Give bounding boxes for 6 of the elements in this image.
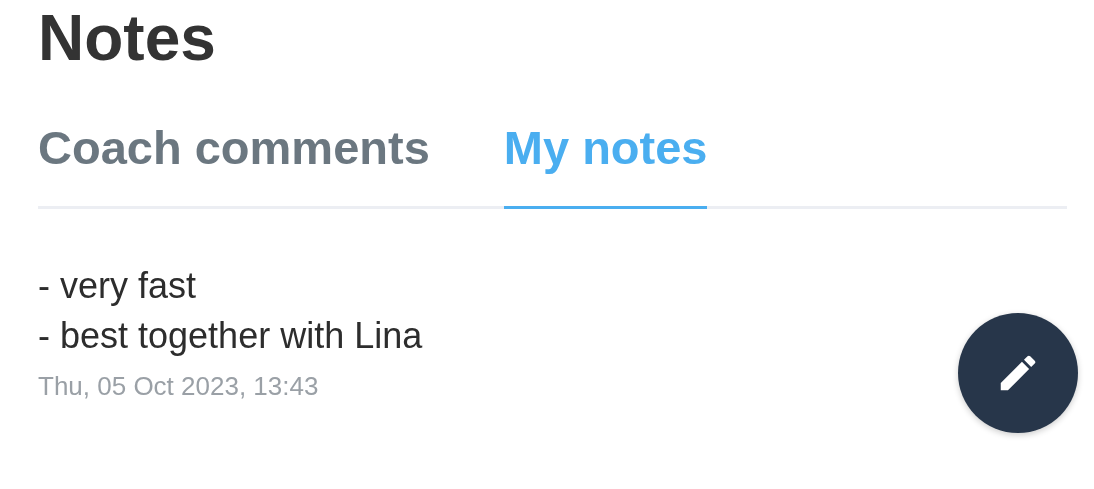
note-date: Thu, 05 Oct 2023, 13:43 xyxy=(38,371,319,402)
note-text: - very fast - best together with Lina xyxy=(38,264,423,358)
page-title: Notes xyxy=(38,1,217,76)
tab[interactable]: My notes xyxy=(503,120,708,209)
tab[interactable]: Coach comments xyxy=(38,120,430,209)
edit-button[interactable] xyxy=(958,313,1078,433)
